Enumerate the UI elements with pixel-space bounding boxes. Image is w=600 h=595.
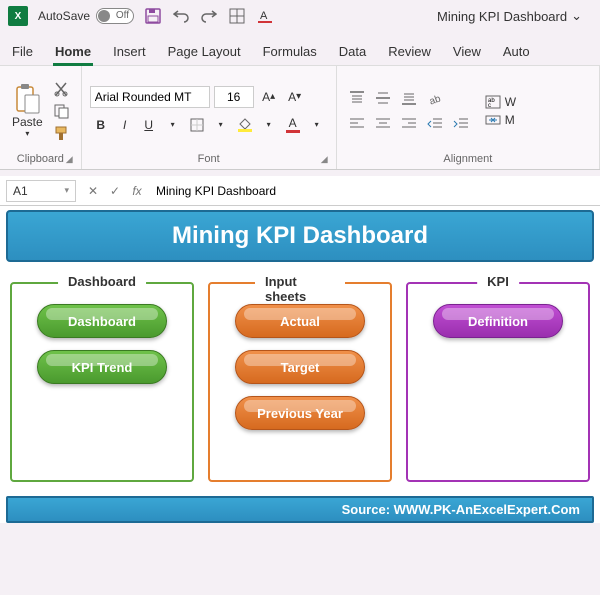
source-footer: Source: WWW.PK-AnExcelExpert.Com bbox=[6, 496, 594, 523]
clipboard-group-label: Clipboard bbox=[17, 153, 64, 165]
group-dashboard: Dashboard Dashboard KPI Trend bbox=[10, 282, 194, 482]
enter-formula-icon[interactable]: ✓ bbox=[104, 180, 126, 202]
group-input-title: Input sheets bbox=[255, 274, 345, 304]
actual-button[interactable]: Actual bbox=[235, 304, 365, 338]
format-painter-icon[interactable] bbox=[53, 124, 73, 142]
increase-indent-icon[interactable] bbox=[449, 113, 473, 135]
ribbon-group-font: A▴ A▾ B I U ▾ ▾ ▾ A ▾ Font ◢ bbox=[82, 66, 337, 169]
borders-icon[interactable] bbox=[186, 114, 208, 136]
formula-input[interactable] bbox=[148, 180, 600, 202]
chevron-down-icon[interactable]: ▾ bbox=[210, 114, 232, 136]
titlebar: X AutoSave Off A Mining KPI Dashboard ⌄ bbox=[0, 0, 600, 32]
tab-home[interactable]: Home bbox=[53, 38, 93, 65]
autosave-toggle[interactable]: Off bbox=[96, 8, 134, 24]
chevron-down-icon[interactable]: ▾ bbox=[258, 114, 280, 136]
svg-text:ab: ab bbox=[428, 93, 443, 105]
group-dashboard-title: Dashboard bbox=[58, 274, 146, 289]
dashboard-button[interactable]: Dashboard bbox=[37, 304, 167, 338]
save-icon[interactable] bbox=[144, 7, 162, 25]
decrease-font-icon[interactable]: A▾ bbox=[284, 86, 306, 108]
decrease-indent-icon[interactable] bbox=[423, 113, 447, 135]
align-left-icon[interactable] bbox=[345, 113, 369, 135]
undo-icon[interactable] bbox=[172, 7, 190, 25]
tab-file[interactable]: File bbox=[10, 38, 35, 65]
chevron-down-icon[interactable]: ▾ bbox=[306, 114, 328, 136]
autosave-control[interactable]: AutoSave Off bbox=[38, 8, 134, 24]
excel-app-icon: X bbox=[8, 6, 28, 26]
group-kpi-title: KPI bbox=[477, 274, 519, 289]
svg-text:A: A bbox=[260, 10, 268, 22]
increase-font-icon[interactable]: A▴ bbox=[258, 86, 280, 108]
document-title[interactable]: Mining KPI Dashboard ⌄ bbox=[437, 8, 582, 24]
font-family-select[interactable] bbox=[90, 86, 210, 108]
align-center-icon[interactable] bbox=[371, 113, 395, 135]
cancel-formula-icon[interactable]: ✕ bbox=[82, 180, 104, 202]
dialog-launcher-icon[interactable]: ◢ bbox=[66, 154, 73, 165]
tab-automate[interactable]: Auto bbox=[501, 38, 532, 65]
previous-year-button[interactable]: Previous Year bbox=[235, 396, 365, 430]
ribbon-group-alignment: ab abc W M Alignment bbox=[337, 66, 600, 169]
tab-review[interactable]: Review bbox=[386, 38, 433, 65]
tab-page-layout[interactable]: Page Layout bbox=[166, 38, 243, 65]
name-box[interactable]: A1 ▾ bbox=[6, 180, 76, 202]
autosave-label: AutoSave bbox=[38, 9, 90, 23]
tab-insert[interactable]: Insert bbox=[111, 38, 148, 65]
bold-button[interactable]: B bbox=[90, 114, 112, 136]
align-middle-icon[interactable] bbox=[371, 87, 395, 109]
group-input-sheets: Input sheets Actual Target Previous Year bbox=[208, 282, 392, 482]
chevron-down-icon: ⌄ bbox=[571, 8, 582, 24]
alignment-group-label: Alignment bbox=[443, 153, 492, 165]
chevron-down-icon: ▾ bbox=[25, 129, 29, 138]
fx-icon[interactable]: fx bbox=[126, 180, 148, 202]
dialog-launcher-icon[interactable]: ◢ bbox=[321, 154, 328, 165]
cut-icon[interactable] bbox=[53, 80, 73, 98]
chevron-down-icon[interactable]: ▾ bbox=[162, 114, 184, 136]
align-right-icon[interactable] bbox=[397, 113, 421, 135]
kpi-trend-button[interactable]: KPI Trend bbox=[37, 350, 167, 384]
font-size-select[interactable] bbox=[214, 86, 254, 108]
svg-text:c: c bbox=[488, 103, 491, 109]
align-bottom-icon[interactable] bbox=[397, 87, 421, 109]
orientation-icon[interactable]: ab bbox=[423, 87, 447, 109]
fill-color-icon[interactable] bbox=[234, 114, 256, 136]
font-group-label: Font bbox=[198, 153, 220, 165]
target-button[interactable]: Target bbox=[235, 350, 365, 384]
paste-label: Paste bbox=[12, 115, 43, 129]
merge-center-button[interactable]: M bbox=[485, 113, 516, 127]
autosave-state: Off bbox=[116, 10, 129, 21]
tab-formulas[interactable]: Formulas bbox=[261, 38, 319, 65]
ribbon-group-clipboard: Paste ▾ Clipboard◢ bbox=[0, 66, 82, 169]
tab-view[interactable]: View bbox=[451, 38, 483, 65]
tab-data[interactable]: Data bbox=[337, 38, 368, 65]
copy-icon[interactable] bbox=[53, 102, 73, 120]
ribbon: Paste ▾ Clipboard◢ bbox=[0, 66, 600, 170]
wrap-text-button[interactable]: abc W bbox=[485, 95, 516, 109]
worksheet-area: Mining KPI Dashboard Dashboard Dashboard… bbox=[0, 206, 600, 523]
align-top-icon[interactable] bbox=[345, 87, 369, 109]
chevron-down-icon: ▾ bbox=[64, 185, 69, 196]
dashboard-title-banner: Mining KPI Dashboard bbox=[6, 210, 594, 262]
paste-button[interactable]: Paste ▾ bbox=[8, 81, 47, 140]
italic-button[interactable]: I bbox=[114, 114, 136, 136]
ribbon-tabs: File Home Insert Page Layout Formulas Da… bbox=[0, 32, 600, 66]
dashboard-groups: Dashboard Dashboard KPI Trend Input shee… bbox=[6, 282, 594, 482]
redo-icon[interactable] bbox=[200, 7, 218, 25]
font-color-quick-icon[interactable]: A bbox=[256, 7, 274, 25]
formula-bar: A1 ▾ ✕ ✓ fx bbox=[0, 176, 600, 206]
definition-button[interactable]: Definition bbox=[433, 304, 563, 338]
borders-quick-icon[interactable] bbox=[228, 7, 246, 25]
group-kpi: KPI Definition bbox=[406, 282, 590, 482]
font-color-icon[interactable]: A bbox=[282, 114, 304, 136]
underline-button[interactable]: U bbox=[138, 114, 160, 136]
